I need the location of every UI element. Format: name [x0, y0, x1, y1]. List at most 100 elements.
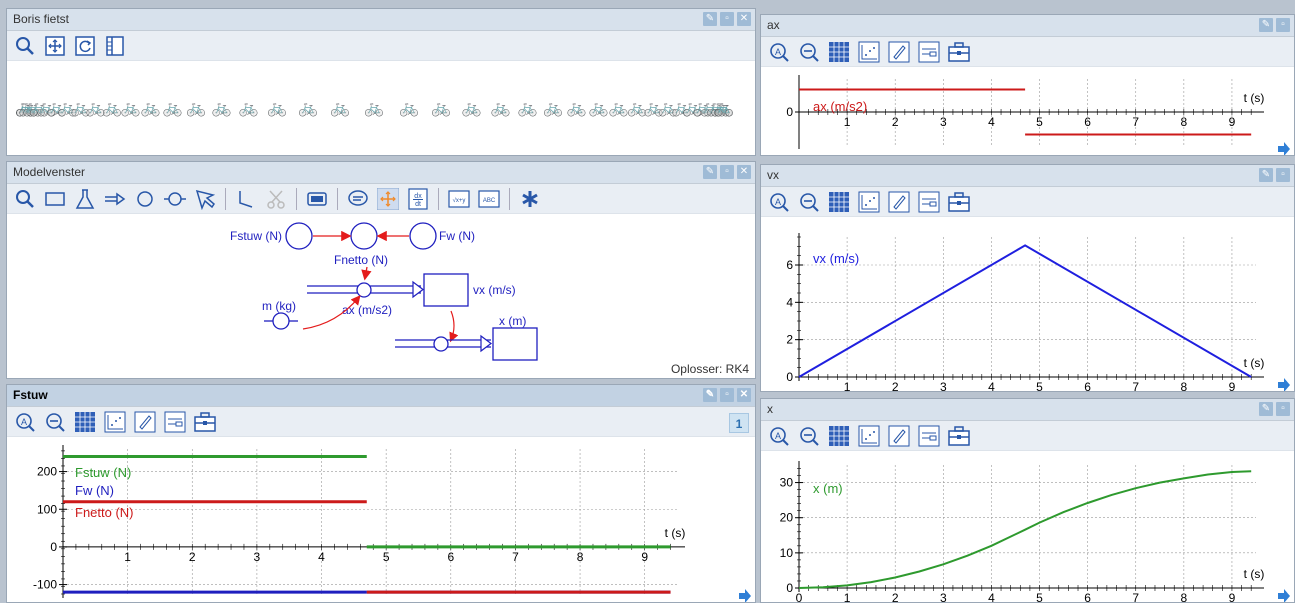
animation-titlebar[interactable]: Boris fietst ✎ ▫ ✕ [7, 9, 755, 31]
zoom-auto-icon[interactable]: A [767, 190, 791, 214]
stock-x[interactable] [492, 327, 538, 361]
zoom-out-icon[interactable] [43, 410, 67, 434]
next-arrow-icon[interactable] [1278, 589, 1290, 603]
next-arrow-icon[interactable] [739, 589, 751, 603]
vx-titlebar[interactable]: vx ✎ ▫ [761, 165, 1294, 187]
pen-icon[interactable] [887, 424, 911, 448]
scatter-icon[interactable] [857, 40, 881, 64]
pointer-icon[interactable] [193, 187, 217, 211]
zoom-out-icon[interactable] [797, 190, 821, 214]
restore-icon[interactable]: ▫ [720, 165, 734, 179]
zoom-out-icon[interactable] [797, 424, 821, 448]
model-titlebar[interactable]: Modelvenster ✎ ▫ ✕ [7, 162, 755, 184]
stock-icon[interactable] [43, 187, 67, 211]
node-fstuw[interactable] [285, 222, 313, 250]
wrench-icon[interactable]: ✎ [1259, 168, 1273, 182]
legend-icon[interactable] [917, 424, 941, 448]
scissors-icon[interactable] [264, 187, 288, 211]
node-vx-label: vx (m/s) [473, 283, 516, 297]
x-titlebar[interactable]: x ✎ ▫ [761, 399, 1294, 421]
close-icon[interactable]: ✕ [737, 388, 751, 402]
svg-text:dx: dx [414, 193, 422, 200]
y-tick-label: 20 [780, 511, 794, 525]
wrench-icon[interactable]: ✎ [703, 165, 717, 179]
zoom-out-icon[interactable] [797, 40, 821, 64]
close-icon[interactable]: ✕ [737, 165, 751, 179]
flow-icon[interactable] [103, 187, 127, 211]
grid-icon[interactable] [827, 424, 851, 448]
legend-icon[interactable] [917, 40, 941, 64]
x-plot-area[interactable]: 0 1 2 3 4 5 6 7 8 9 0 10 20 30 t (s) x (m) [761, 451, 1294, 602]
zoom-auto-icon[interactable]: A [13, 410, 37, 434]
wrench-icon[interactable]: ✎ [703, 388, 717, 402]
bike-icon: 🚲 [330, 100, 350, 117]
wrench-icon[interactable]: ✎ [703, 12, 717, 26]
scatter-icon[interactable] [103, 410, 127, 434]
next-arrow-icon[interactable] [1278, 142, 1290, 156]
window-icon[interactable] [305, 187, 329, 211]
constant-icon[interactable] [163, 187, 187, 211]
x-tick-label: 7 [1132, 591, 1139, 603]
zoom-icon[interactable] [13, 34, 37, 58]
node-ax-valve[interactable] [356, 282, 372, 298]
rotate-icon[interactable] [73, 34, 97, 58]
zoom-icon[interactable] [13, 187, 37, 211]
scatter-icon[interactable] [857, 424, 881, 448]
bike-icon: 🚲 [163, 100, 183, 117]
grid-icon[interactable] [827, 40, 851, 64]
zoom-auto-icon[interactable]: A [767, 40, 791, 64]
auxiliary-icon[interactable] [133, 187, 157, 211]
comment-icon[interactable] [346, 187, 370, 211]
grid-icon[interactable] [827, 190, 851, 214]
flask-icon[interactable] [73, 187, 97, 211]
zoom-auto-icon[interactable]: A [767, 424, 791, 448]
ax-plot-area[interactable]: 1 2 3 4 5 6 7 8 9 0 t (s) ax (m/s2) [761, 67, 1294, 155]
toolbox-icon[interactable] [193, 410, 217, 434]
restore-icon[interactable]: ▫ [1276, 168, 1290, 182]
node-x-label: x (m) [499, 314, 526, 328]
wrench-icon[interactable]: ✎ [1259, 402, 1273, 416]
fit-icon[interactable] [43, 34, 67, 58]
stock-vx[interactable] [423, 273, 469, 307]
wrench-icon[interactable]: ✎ [1259, 18, 1273, 32]
asterisk-icon[interactable] [518, 187, 542, 211]
node-m[interactable] [272, 312, 290, 330]
fstuw-titlebar[interactable]: Fstuw ✎ ▫ ✕ [7, 385, 755, 407]
derivative-icon[interactable]: dx dt [406, 187, 430, 211]
x-tick-label: 8 [1180, 380, 1187, 392]
model-title: Modelvenster [13, 165, 86, 179]
run-badge[interactable]: 1 [729, 413, 749, 433]
legend-icon[interactable] [163, 410, 187, 434]
node-vx-valve[interactable] [433, 336, 449, 352]
animation-canvas[interactable]: 🚲 🚲 🚲 🚲 🚲 🚲 🚲 🚲 🚲 🚲 🚲 🚲 🚲 🚲 🚲 🚲 🚲 🚲 🚲 🚲 🚲 🚲 🚲 🚲 🚲 🚲 🚲 🚲 🚲 🚲 🚲 🚲 🚲 🚲 🚲 🚲 🚲 🚲 🚲 🚲… [7, 61, 755, 155]
move-icon[interactable] [376, 187, 400, 211]
y-tick-label: 10 [780, 546, 794, 560]
ax-titlebar[interactable]: ax ✎ ▫ [761, 15, 1294, 37]
restore-icon[interactable]: ▫ [1276, 18, 1290, 32]
connector-icon[interactable] [234, 187, 258, 211]
function-icon[interactable]: √x+y [447, 187, 471, 211]
model-canvas[interactable]: Fstuw (N) Fw (N) Fnetto (N) ax (m/s2) vx… [7, 214, 755, 378]
restore-icon[interactable]: ▫ [720, 388, 734, 402]
restore-icon[interactable]: ▫ [1276, 402, 1290, 416]
toolbox-icon[interactable] [947, 190, 971, 214]
scatter-icon[interactable] [857, 190, 881, 214]
pen-icon[interactable] [887, 190, 911, 214]
pen-icon[interactable] [887, 40, 911, 64]
pen-icon[interactable] [133, 410, 157, 434]
bike-icon: 🚲 [239, 100, 259, 117]
next-arrow-icon[interactable] [1278, 378, 1290, 392]
legend-icon[interactable] [917, 190, 941, 214]
x-tick-label: 4 [988, 591, 995, 603]
toolbox-icon[interactable] [947, 40, 971, 64]
toolbox-icon[interactable] [947, 424, 971, 448]
vx-plot-area[interactable]: 1 2 3 4 5 6 7 8 9 0 2 4 6 t (s) vx (m/s) [761, 217, 1294, 391]
node-fw[interactable] [409, 222, 437, 250]
node-fnetto-force[interactable] [350, 222, 378, 250]
restore-icon[interactable]: ▫ [720, 12, 734, 26]
text-icon[interactable]: ABC [477, 187, 501, 211]
grid-icon[interactable] [73, 410, 97, 434]
close-icon[interactable]: ✕ [737, 12, 751, 26]
fstuw-plot-area[interactable]: 1 2 3 4 5 6 7 8 9 -100 0 100 200 t (s) Fstuw (N) Fw (N)… [7, 437, 755, 602]
layout-icon[interactable] [103, 34, 127, 58]
